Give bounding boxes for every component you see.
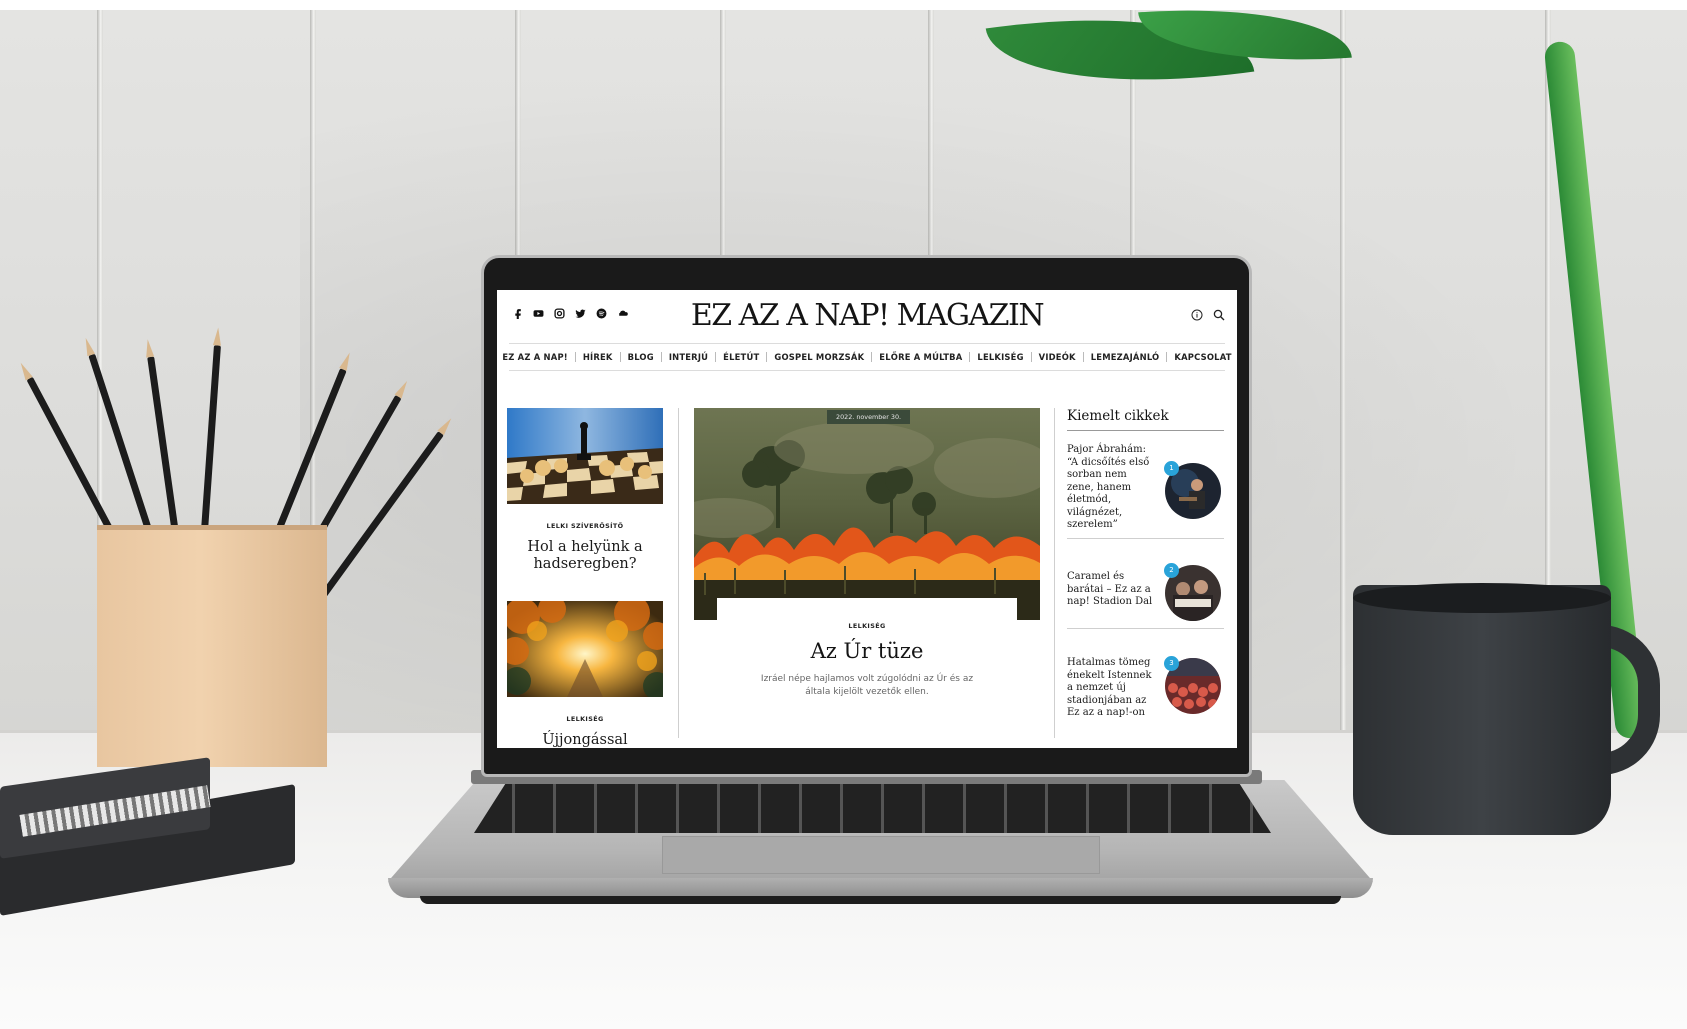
featured-item-title[interactable]: Hatalmas tömeg énekelt Istennek a nemzet… xyxy=(1067,657,1153,720)
nav-item-interju[interactable]: INTERJÚ xyxy=(662,352,717,362)
nav-item-hirek[interactable]: HÍREK xyxy=(576,352,621,362)
nav-item-kapcsolat[interactable]: KAPCSOLAT xyxy=(1167,352,1237,362)
nav-item-ez-az-a-nap[interactable]: EZ AZ A NAP! xyxy=(497,352,576,362)
photo-scene: EZ AZ A NAP! MAGAZIN EZ AZ A NAP! HÍREK … xyxy=(0,0,1687,1029)
hero-title[interactable]: Az Úr tüze xyxy=(694,639,1040,663)
card-category[interactable]: LELKISÉG xyxy=(507,715,663,723)
site-title[interactable]: EZ AZ A NAP! MAGAZIN xyxy=(497,298,1237,333)
article-thumbnail-chess[interactable] xyxy=(507,408,663,504)
coffee-mug xyxy=(1353,585,1611,835)
hero-excerpt: Izráel népe hajlamos volt zúgolódni az Ú… xyxy=(760,674,974,697)
left-article-column: LELKI SZÍVERŐSÍTŐ Hol a helyünk a hadser… xyxy=(507,408,663,748)
nav-item-elettut[interactable]: ÉLETÚT xyxy=(716,352,768,362)
hero-date-badge: 2022. november 30. xyxy=(827,410,911,424)
article-thumbnail-autumn[interactable] xyxy=(507,601,663,697)
featured-item-number: 1 xyxy=(1164,461,1179,476)
featured-item-title[interactable]: Caramel és barátai – Ez az a nap! Stadio… xyxy=(1067,571,1153,609)
nav-item-lemezajanlo[interactable]: LEMEZAJÁNLÓ xyxy=(1084,352,1168,362)
info-icon[interactable] xyxy=(1191,308,1203,326)
laptop-trackpad xyxy=(662,836,1100,874)
nav-item-lelkiseg[interactable]: LELKISÉG xyxy=(970,352,1032,362)
featured-heading: Kiemelt cikkek xyxy=(1067,408,1169,424)
hero-image[interactable]: 2022. november 30. xyxy=(694,408,1040,620)
featured-articles-sidebar: Kiemelt cikkek Pajor Ábrahám: “A dicsőít… xyxy=(1064,408,1225,748)
column-divider xyxy=(678,408,679,738)
card-category[interactable]: LELKI SZÍVERŐSÍTŐ xyxy=(507,522,663,530)
nav-item-videok[interactable]: VIDEÓK xyxy=(1032,352,1084,362)
card-title[interactable]: Újjongással xyxy=(507,732,663,748)
main-navigation: EZ AZ A NAP! HÍREK BLOG INTERJÚ ÉLETÚT G… xyxy=(502,343,1231,371)
site-header: EZ AZ A NAP! MAGAZIN xyxy=(497,290,1237,340)
nav-item-gospel-morzsak[interactable]: GOSPEL MORZSÁK xyxy=(767,352,873,362)
wooden-pencil-cup xyxy=(97,530,327,767)
nav-item-blog[interactable]: BLOG xyxy=(621,352,662,362)
featured-item-title[interactable]: Pajor Ábrahám: “A dicsőítés első sorban … xyxy=(1067,444,1153,532)
header-actions xyxy=(1191,308,1225,326)
laptop-screen: EZ AZ A NAP! MAGAZIN EZ AZ A NAP! HÍREK … xyxy=(497,290,1237,748)
column-divider xyxy=(1054,408,1055,738)
hero-article: 2022. november 30. LELKISÉG Az Úr tüze I… xyxy=(694,408,1040,748)
featured-item-number: 2 xyxy=(1164,563,1179,578)
hero-category[interactable]: LELKISÉG xyxy=(694,622,1040,630)
nav-item-elore-a-multba[interactable]: ELŐRE A MÚLTBA xyxy=(872,352,971,362)
card-title[interactable]: Hol a helyünk a hadseregben? xyxy=(507,539,663,573)
featured-item-number: 3 xyxy=(1164,656,1179,671)
laptop-keyboard xyxy=(474,783,1271,833)
search-icon[interactable] xyxy=(1213,308,1225,326)
